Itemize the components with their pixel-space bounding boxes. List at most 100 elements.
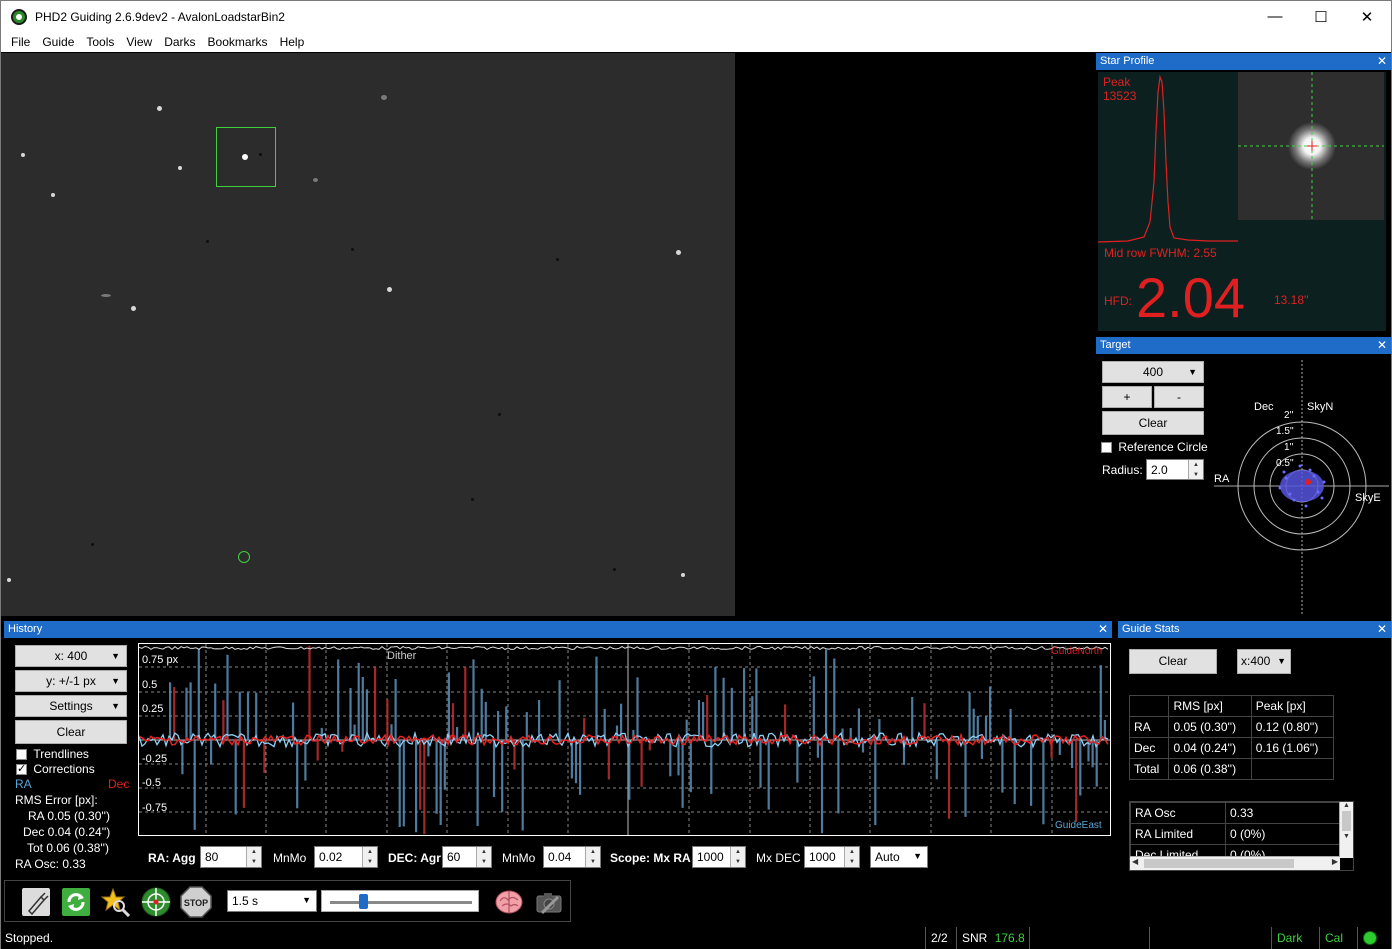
scroll-left-icon[interactable]: ◀	[1132, 857, 1138, 866]
correction-bar	[755, 668, 758, 740]
history-clear-button[interactable]: Clear	[15, 720, 127, 744]
dec-min-move-input[interactable]: 0.04 ▲ ▼	[543, 846, 601, 868]
radius-spinner[interactable]: ▲ ▼	[1188, 460, 1203, 479]
correction-bar	[669, 740, 672, 777]
close-icon[interactable]: ✕	[1098, 621, 1108, 638]
menu-bookmarks[interactable]: Bookmarks	[202, 32, 274, 52]
camera-image[interactable]	[1, 53, 735, 616]
guide-star-selection-box[interactable]	[216, 127, 276, 187]
scroll-right-icon[interactable]: ▶	[1332, 857, 1338, 866]
close-icon[interactable]: ✕	[1377, 53, 1387, 70]
camera-settings-button[interactable]	[532, 885, 566, 919]
correction-bar	[968, 692, 971, 740]
mx-ra-spinner[interactable]: ▲ ▼	[730, 847, 745, 867]
mnmo-ra-spinner[interactable]: ▲ ▼	[362, 847, 377, 867]
guide-history-graph[interactable]: 0.75 px 0.5 0.25 -0.25 -0.5 -0.75 Dither…	[138, 643, 1111, 836]
dark-pixel	[206, 240, 209, 243]
scrollbar-thumb[interactable]	[1342, 811, 1351, 831]
menu-guide[interactable]: Guide	[36, 32, 80, 52]
correction-bar	[702, 702, 705, 740]
target-scale-dropdown[interactable]: 400 ▼	[1102, 361, 1204, 383]
chevron-down-icon: ▼	[1188, 367, 1197, 377]
scroll-down-icon[interactable]: ▼	[1340, 833, 1353, 840]
zoom-out-button[interactable]: -	[1154, 386, 1204, 408]
menu-view[interactable]: View	[120, 32, 158, 52]
menu-help[interactable]: Help	[274, 32, 311, 52]
skye-label: SkyE	[1355, 492, 1381, 504]
correction-bar	[964, 740, 967, 817]
x-scale-dropdown[interactable]: x: 400 ▼	[15, 645, 127, 667]
correction-bar	[722, 677, 725, 740]
correction-bar	[857, 708, 860, 740]
ra-min-move-input[interactable]: 0.02 ▲ ▼	[314, 846, 378, 868]
reference-circle-checkbox[interactable]	[1101, 442, 1112, 454]
ra-aggression-input[interactable]: 80 ▲ ▼	[200, 846, 262, 868]
close-icon[interactable]: ✕	[1377, 337, 1387, 354]
scroll-up-icon[interactable]: ▲	[1340, 802, 1353, 809]
correction-bar	[1099, 665, 1102, 740]
loop-exposures-button[interactable]	[59, 885, 93, 919]
max-ra-duration-input[interactable]: 1000 ▲ ▼	[692, 846, 746, 868]
ring-label-1-5: 1.5''	[1276, 426, 1294, 437]
guide-stats-scale-dropdown[interactable]: x:400 ▼	[1237, 649, 1291, 674]
trendlines-option[interactable]: Trendlines	[16, 747, 89, 761]
close-button[interactable]: ✕	[1344, 1, 1390, 32]
correction-bar	[456, 727, 459, 740]
corrections-option[interactable]: Corrections	[16, 762, 95, 776]
mnmo-dec-spinner[interactable]: ▲ ▼	[585, 847, 600, 867]
correction-bar	[1009, 708, 1012, 740]
guide-button[interactable]	[139, 885, 173, 919]
correction-bar	[1103, 720, 1106, 740]
chevron-down-icon: ▼	[111, 701, 120, 711]
scrollbar-thumb[interactable]	[1144, 859, 1294, 868]
table-cell: Dec	[1128, 737, 1170, 759]
corrections-checkbox[interactable]	[16, 762, 27, 776]
maximize-button[interactable]: ☐	[1298, 1, 1344, 32]
history-title: History	[8, 623, 43, 635]
menu-darks[interactable]: Darks	[158, 32, 201, 52]
exposure-duration-select[interactable]: 1.5 s ▼	[227, 890, 317, 912]
correction-bar	[837, 740, 840, 814]
radius-value: 2.0	[1151, 463, 1168, 477]
guide-stats-clear-button[interactable]: Clear	[1129, 649, 1217, 674]
correction-bar	[743, 668, 746, 740]
mx-dec-spinner[interactable]: ▲ ▼	[844, 847, 859, 867]
hfd-label: HFD:	[1104, 294, 1132, 308]
table-row: RA 0.05 (0.30'') 0.12 (0.80'')	[1128, 716, 1335, 738]
gamma-slider[interactable]	[321, 890, 479, 912]
dec-guide-mode-select[interactable]: Auto ▼	[870, 846, 928, 868]
ra-agg-spinner[interactable]: ▲ ▼	[246, 847, 261, 867]
history-settings-button[interactable]: Settings ▼	[15, 695, 127, 717]
snr-value: 176.8	[994, 931, 1025, 945]
radius-input[interactable]: 2.0 ▲ ▼	[1146, 459, 1204, 480]
stop-button[interactable]: STOP	[179, 885, 213, 919]
brain-settings-button[interactable]	[492, 885, 526, 919]
y-scale-dropdown[interactable]: y: +/-1 px ▼	[15, 670, 127, 692]
chevron-down-icon: ▼	[111, 676, 120, 686]
auto-select-star-button[interactable]	[99, 885, 133, 919]
horizontal-scrollbar[interactable]: ◀ ▶	[1130, 856, 1340, 870]
correction-bar	[677, 740, 680, 776]
connect-equipment-button[interactable]	[19, 885, 53, 919]
correction-bar	[989, 686, 992, 740]
dec-aggression-input[interactable]: 60 ▲ ▼	[442, 846, 492, 868]
dec-agr-spinner[interactable]: ▲ ▼	[476, 847, 491, 867]
correction-bar	[595, 656, 598, 740]
menu-tools[interactable]: Tools	[80, 32, 120, 52]
correction-bar	[246, 692, 250, 740]
trendlines-checkbox[interactable]	[16, 749, 27, 761]
menu-file[interactable]: File	[5, 32, 36, 52]
vertical-scrollbar[interactable]: ▲ ▼	[1339, 802, 1353, 858]
zoom-in-button[interactable]: +	[1102, 386, 1152, 408]
dec-agr-label-text: DEC: Agr	[388, 851, 441, 865]
reference-circle-option[interactable]: Reference Circle	[1101, 440, 1208, 454]
target-clear-button[interactable]: Clear	[1102, 411, 1204, 435]
close-icon[interactable]: ✕	[1377, 621, 1387, 638]
max-dec-duration-input[interactable]: 1000 ▲ ▼	[804, 846, 860, 868]
correction-bar	[304, 740, 307, 781]
guide-stats-osc-list[interactable]: RA Osc 0.33 RA Limited 0 (0%) Dec Limite…	[1129, 801, 1354, 871]
correction-bar	[767, 740, 770, 810]
slider-thumb[interactable]	[359, 894, 368, 909]
minimize-button[interactable]: —	[1252, 1, 1298, 32]
star	[21, 153, 25, 157]
